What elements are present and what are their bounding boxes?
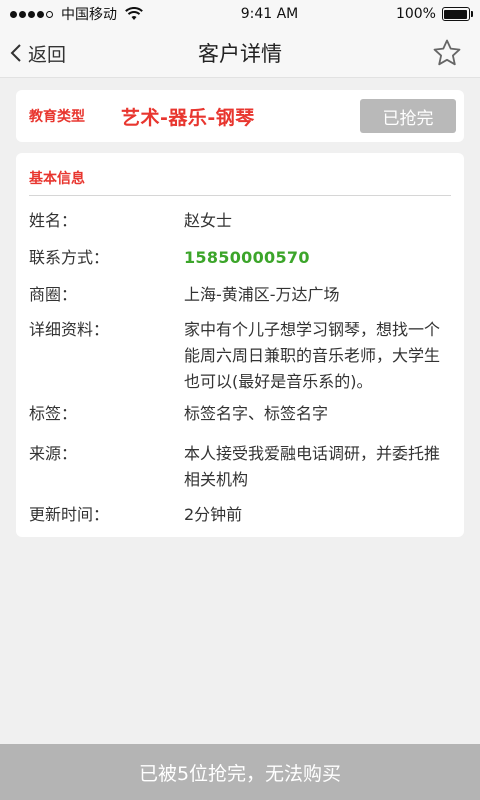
- wifi-icon: [125, 7, 143, 20]
- row-label: 商圈：: [29, 285, 78, 304]
- tags-text: 标签名字、标签名字: [184, 404, 329, 423]
- details-row: 详细资料： 家中有个儿子想学习钢琴，想找一个能周六周日兼职的音乐老师，大学生也可…: [29, 317, 451, 395]
- chevron-left-icon: [10, 44, 21, 62]
- row-label: 联系方式：: [29, 248, 110, 267]
- update-time-row: 更新时间： 2分钟前: [29, 502, 451, 528]
- page-title: 客户详情: [198, 41, 282, 66]
- status-left: 中国移动: [10, 4, 143, 24]
- source-row: 来源： 本人接受我爱融电话调研，并委托推相关机构: [29, 441, 451, 493]
- signal-strength-icon: [10, 10, 53, 18]
- row-label: 姓名：: [29, 211, 78, 230]
- nav-bar: 返回 客户详情: [0, 28, 480, 78]
- status-bar: 中国移动 9:41 AM 100%: [0, 0, 480, 28]
- education-type-value: 艺术-器乐-钢琴: [121, 106, 255, 129]
- carrier-name: 中国移动: [61, 7, 117, 23]
- tags-row: 标签： 标签名字、标签名字: [29, 401, 451, 427]
- section-title: 基本信息: [29, 153, 451, 196]
- battery-percent: 100%: [395, 6, 436, 22]
- contact-row: 联系方式： 15850000570: [29, 245, 451, 271]
- source-text: 本人接受我爱融电话调研，并委托推相关机构: [184, 444, 441, 489]
- purchase-status-text: 已被5位抢完，无法购买: [138, 762, 342, 785]
- business-area: 上海-黄浦区-万达广场: [184, 285, 340, 304]
- status-time: 9:41 AM: [240, 6, 299, 22]
- customer-name: 赵女士: [184, 211, 233, 230]
- education-type-label: 教育类型: [29, 109, 85, 125]
- star-icon[interactable]: [432, 38, 462, 68]
- name-row: 姓名： 赵女士: [29, 208, 451, 234]
- phone-number-link[interactable]: 15850000570: [184, 245, 451, 271]
- basic-info-card: 基本信息 姓名： 赵女士 联系方式： 15850000570 商圈： 上海-黄浦…: [16, 153, 464, 537]
- row-label: 来源：: [29, 444, 78, 463]
- education-type-card: 教育类型 艺术-器乐-钢琴 已抢完: [16, 90, 464, 142]
- update-time: 2分钟前: [184, 505, 243, 524]
- battery-icon: [441, 7, 473, 21]
- back-button[interactable]: 返回: [10, 28, 66, 78]
- grab-button[interactable]: 已抢完: [360, 99, 456, 133]
- row-label: 详细资料：: [29, 320, 110, 339]
- row-label: 更新时间：: [29, 505, 110, 524]
- purchase-status-bar[interactable]: 已被5位抢完，无法购买: [0, 744, 480, 800]
- area-row: 商圈： 上海-黄浦区-万达广场: [29, 282, 451, 308]
- back-label: 返回: [28, 43, 67, 66]
- status-right: 100%: [395, 6, 473, 22]
- row-label: 标签：: [29, 404, 78, 423]
- details-text: 家中有个儿子想学习钢琴，想找一个能周六周日兼职的音乐老师，大学生也可以(最好是音…: [184, 320, 441, 391]
